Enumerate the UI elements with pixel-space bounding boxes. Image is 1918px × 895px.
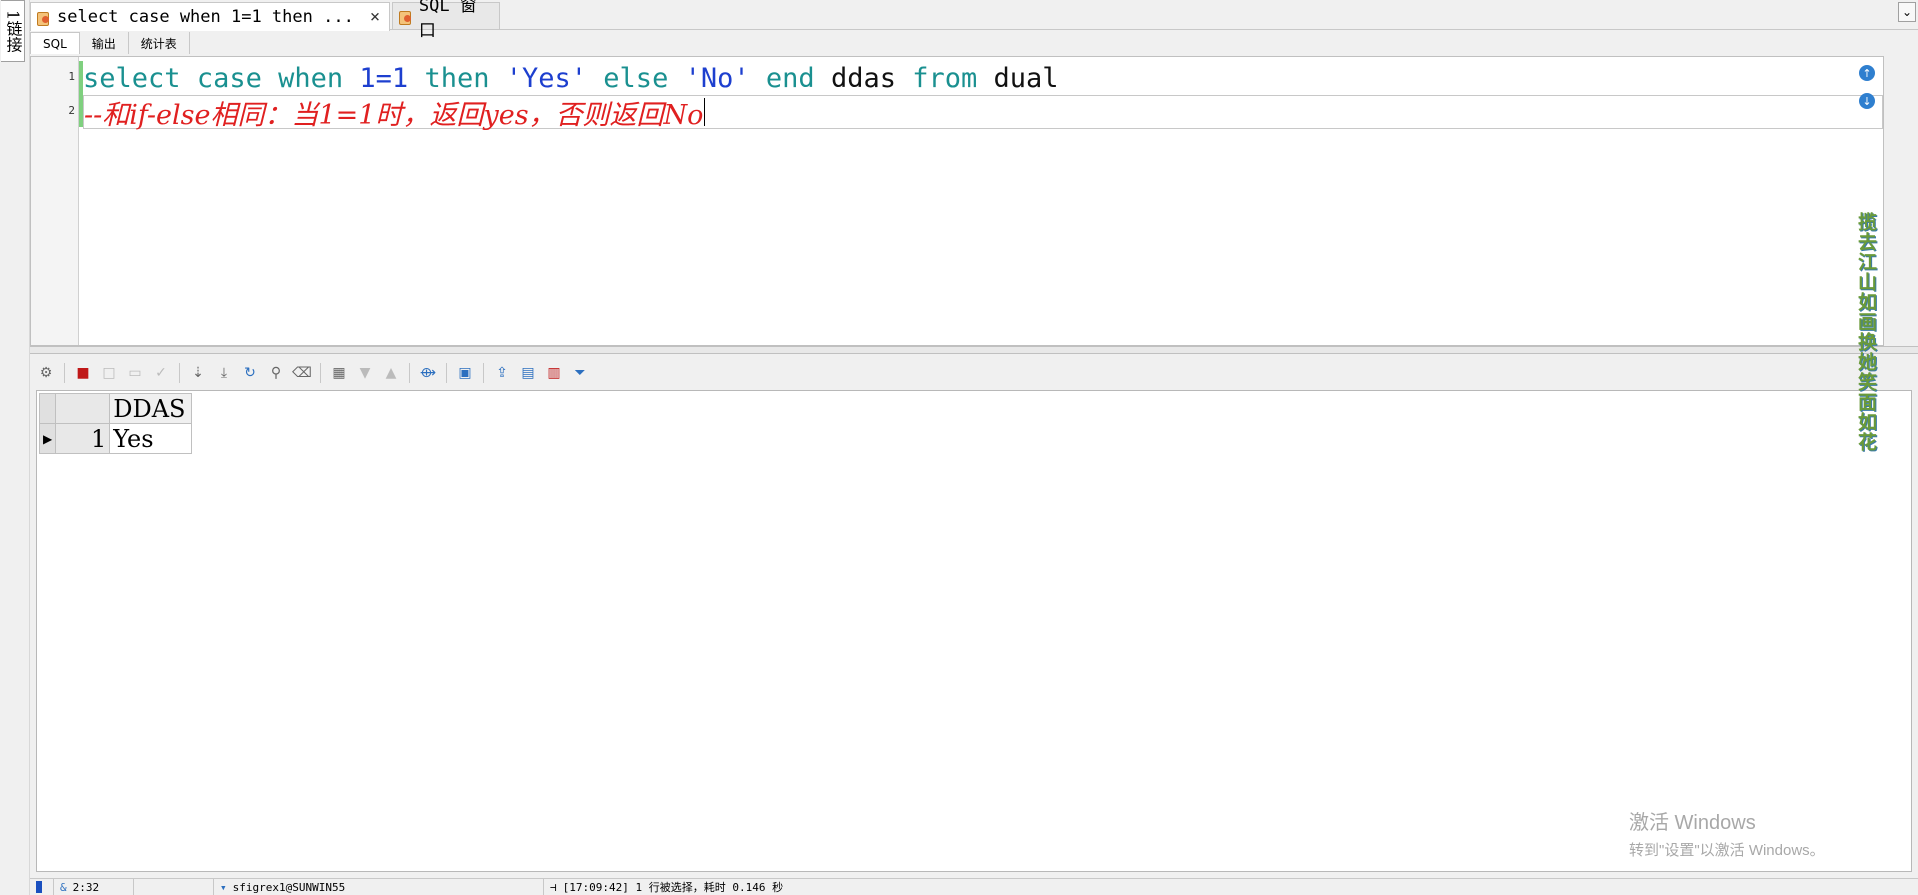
pane-splitter[interactable] <box>30 346 1918 354</box>
row-number-header <box>55 393 111 424</box>
divider <box>179 363 180 383</box>
corner-cell <box>38 393 57 424</box>
divider <box>446 363 447 383</box>
keyword: select <box>83 62 181 94</box>
divider <box>320 363 321 383</box>
close-tab-icon[interactable]: × <box>370 7 380 27</box>
arrow-up-icon[interactable]: ↑ <box>1859 65 1875 81</box>
status-indicator-icon <box>30 878 54 895</box>
results-toolbar: ⚙ ■ □ ▭ ✓ ⇣ ⤓ ↻ ⚲ ⌫ ▦ ▼ ▲ ⟴ ▣ ⇪ ▤ ▥ ⏷ <box>36 360 590 386</box>
keyword: then <box>424 62 490 94</box>
cursor-position: 2:32 <box>72 880 100 894</box>
query-by-example-icon[interactable]: ⟴ <box>418 363 438 383</box>
condition: 1=1 <box>359 62 409 94</box>
chevron-down-icon[interactable]: ⌄ <box>1898 2 1916 22</box>
post-changes-icon[interactable]: ✓ <box>151 363 171 383</box>
status-blank <box>134 878 214 895</box>
app-window: 1链接 select case when 1=1 then ... × SQL … <box>0 0 1918 895</box>
left-connection-strip: 1链接 <box>0 0 30 895</box>
grid-cell[interactable]: Yes <box>109 423 193 454</box>
tab-statistics[interactable]: 统计表 <box>129 32 190 54</box>
line-number: 1 <box>68 70 75 83</box>
text-caret <box>704 98 706 126</box>
results-grid-area[interactable]: DDAS ▶ 1 Yes <box>36 390 1912 872</box>
comment: --和if-else相同：当1=1时，返回yes，否则返回No <box>84 99 704 131</box>
status-message: ⊣ [17:09:42] 1 行被选择，耗时 0.146 秒 <box>544 879 789 895</box>
user-icon: & <box>60 880 67 894</box>
filter-icon[interactable]: ⏷ <box>570 363 590 383</box>
row-number: 1 <box>55 423 111 454</box>
tab-label: select case when 1=1 then ... <box>57 7 354 27</box>
sql-editor[interactable]: 1 2 select case when 1=1 then 'Yes' else… <box>30 56 1884 346</box>
row-indicator-icon: ▶ <box>38 423 57 454</box>
fetch-next-icon[interactable]: ⇣ <box>188 363 208 383</box>
clear-icon[interactable]: ⌫ <box>292 363 312 383</box>
table-view-icon[interactable]: ▥ <box>544 363 564 383</box>
windows-activation-watermark: 激活 Windows 转到"设置"以激活 Windows。 <box>1629 806 1825 860</box>
keyword: else <box>603 62 669 94</box>
keyword: from <box>912 62 978 94</box>
tab-sql-window[interactable]: SQL 窗口 <box>392 0 500 41</box>
string-literal: 'Yes' <box>505 62 588 94</box>
tab-sql[interactable]: SQL <box>30 32 80 54</box>
grid-header-row: DDAS <box>38 393 193 424</box>
watermark-title: 激活 Windows <box>1629 812 1756 834</box>
side-poem-decoration: 揽去江山如画换她笑面如花 <box>1855 212 1877 452</box>
single-record-view-icon[interactable]: ▦ <box>329 363 349 383</box>
column-header-ddas[interactable]: DDAS <box>109 393 193 424</box>
keyword: when <box>278 62 344 94</box>
lock-icon[interactable]: ■ <box>73 363 93 383</box>
line-number: 2 <box>68 104 75 117</box>
grid-options-icon[interactable]: ⚙ <box>36 363 56 383</box>
string-literal: 'No' <box>684 62 750 94</box>
keyword: case <box>196 62 262 94</box>
tab-output[interactable]: 输出 <box>80 32 129 54</box>
find-icon[interactable]: ⚲ <box>266 363 286 383</box>
status-bar: & 2:32 ▾ sfigrex1@SUNWIN55 ⊣ [17:09:42] 1 行… <box>30 878 1918 895</box>
status-cursor-position: & 2:32 <box>54 878 134 895</box>
fetch-last-icon[interactable]: ⤓ <box>214 363 234 383</box>
column-alias: ddas <box>830 62 896 94</box>
tab-label: SQL 窗口 <box>418 0 477 41</box>
export-icon[interactable]: ⇪ <box>492 363 512 383</box>
dropdown-arrow-icon: ▾ <box>220 880 227 894</box>
line-number-gutter: 1 2 <box>31 57 79 345</box>
connection-string: sfigrex1@SUNWIN55 <box>232 880 346 894</box>
results-grid: DDAS ▶ 1 Yes <box>38 393 193 454</box>
sql-file-icon <box>399 9 413 25</box>
arrow-down-icon[interactable]: ↓ <box>1859 93 1875 109</box>
execution-message: [17:09:42] 1 行被选择，耗时 0.146 秒 <box>562 881 784 894</box>
keyword: end <box>765 62 815 94</box>
connection-tab[interactable]: 1链接 <box>1 0 25 62</box>
code-line-2[interactable]: --和if-else相同：当1=1时，返回yes，否则返回No <box>83 95 1883 131</box>
tab-current-query[interactable]: select case when 1=1 then ... × <box>30 2 390 31</box>
editor-sub-tabs: SQL 输出 统计表 <box>30 32 190 54</box>
table-row[interactable]: ▶ 1 Yes <box>38 423 193 454</box>
insert-record-icon[interactable]: □ <box>99 363 119 383</box>
sql-file-icon <box>37 10 51 26</box>
pin-icon: ⊣ <box>550 880 557 894</box>
divider <box>409 363 410 383</box>
save-icon[interactable]: ▣ <box>455 363 475 383</box>
delete-record-icon[interactable]: ▭ <box>125 363 145 383</box>
next-record-icon[interactable]: ▼ <box>355 363 375 383</box>
watermark-subtitle: 转到"设置"以激活 Windows。 <box>1629 842 1825 859</box>
table-name: dual <box>993 62 1059 94</box>
divider <box>483 363 484 383</box>
previous-record-icon[interactable]: ▲ <box>381 363 401 383</box>
status-connection[interactable]: ▾ sfigrex1@SUNWIN55 <box>214 878 544 895</box>
divider <box>64 363 65 383</box>
code-line-1[interactable]: select case when 1=1 then 'Yes' else 'No… <box>83 61 1059 95</box>
document-tab-bar: select case when 1=1 then ... × SQL 窗口 ⌄ <box>30 0 1918 41</box>
refresh-icon[interactable]: ↻ <box>240 363 260 383</box>
chart-icon[interactable]: ▤ <box>518 363 538 383</box>
